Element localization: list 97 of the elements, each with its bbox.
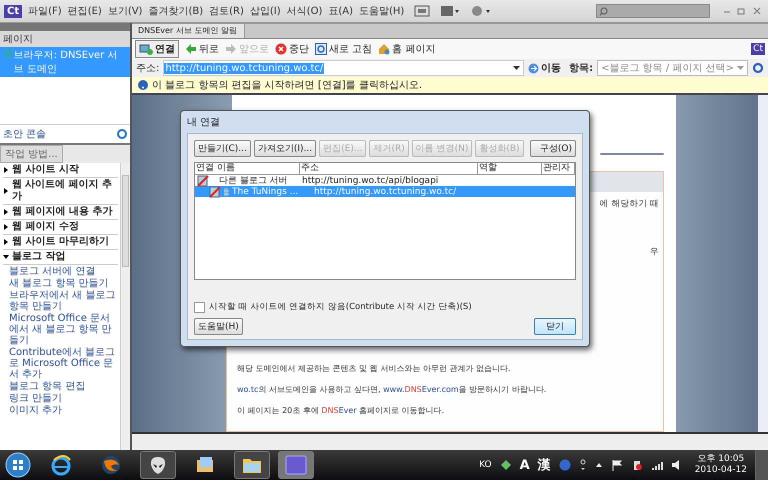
panel-title: 페이지 [0,31,130,47]
expander-icon [3,224,9,230]
section-header[interactable]: 웹 사이트에 페이지 추가 [3,178,118,205]
menu-item[interactable]: 검토(R) [209,4,244,18]
menu-item[interactable]: 도움말(H) [359,4,404,18]
search-icon [599,6,608,16]
menu-item[interactable]: 서식(O) [286,4,322,18]
window-controls-icon[interactable] [722,6,762,16]
notice-text: 우 [650,246,659,258]
help-icon[interactable] [558,459,571,471]
notice-text: 해당 도메인에서 제공하는 콘텐츠 및 웹 서비스와는 아무런 관계가 없습니다. [236,363,512,375]
caret-icon [737,66,744,70]
section-header[interactable]: 웹 페이지 수정 [3,220,118,235]
go-button[interactable]: 이동 [528,61,562,75]
ime-mode[interactable]: A [520,458,530,472]
info-message: 이 블로그 항목의 편집을 시작하려면 [연결]를 클릭하십시오. [152,79,422,92]
flag-icon[interactable] [610,459,623,471]
diamond-icon[interactable] [500,459,512,471]
ime-hanja[interactable]: 漢 [538,456,551,474]
back-icon [185,43,197,55]
expander-icon [3,254,9,260]
notice-text: 이 페이지는 20초 후에 DNSEver 홈페이지로 이동합니다. [236,405,446,417]
task-link[interactable]: Contribute에서 블로그로 Microsoft Office 문서 추가 [3,347,118,380]
folder-icon[interactable] [234,451,270,479]
firefox-icon[interactable] [100,454,122,476]
task-link[interactable]: 브라우저에서 새 블로그 항목 만들기 [3,290,118,312]
item-label: 항목: [569,62,594,75]
arrow-icon [528,62,540,74]
network-icon[interactable] [650,459,663,471]
column-header[interactable]: 관리자 [542,163,575,174]
menu-item[interactable]: 편집(E) [68,4,102,18]
stop-icon [275,43,287,55]
expander-icon [3,188,9,194]
start-orb-icon[interactable] [4,451,32,479]
contribute-app-icon[interactable] [278,451,314,479]
expander-icon [3,239,9,245]
home-button[interactable]: 홈 페이지 [378,42,436,56]
show-hidden-icons[interactable] [594,461,603,469]
home-icon [378,43,390,55]
section-header[interactable]: 웹 사이트 마무리하기 [3,235,118,250]
help-icon [138,80,148,90]
disconnected-icon [209,186,221,198]
dialog-title: 내 연결 [186,116,222,130]
refresh-icon [315,43,327,55]
computer-icon [139,44,153,54]
caret-icon [513,66,520,70]
dialog-button[interactable]: 가져오기(I)... [254,140,316,157]
connect-button[interactable]: 연결 [135,40,179,58]
menu-item[interactable]: 표(A) [328,4,354,18]
clock[interactable]: 오후 10:05 2010-04-12 [694,454,747,476]
column-header[interactable]: 역할 [478,163,542,174]
forward-icon [225,43,237,55]
notice-text: 에 해당하기 때 [600,198,659,210]
ime-options-icon[interactable] [578,459,587,471]
refresh-icon[interactable] [752,62,764,74]
how-to-tab[interactable]: 작업 방법... [0,145,63,163]
section-header[interactable]: 웹 사이트 시작 [3,163,118,178]
menu-item[interactable]: 즐겨찾기(B) [148,4,204,18]
expander-icon [3,167,9,173]
section-header[interactable]: 웹 페이지에 내용 추가 [3,205,118,220]
task-link[interactable]: 이미지 추가 [3,405,118,416]
column-header[interactable]: 주소 [300,163,478,174]
menu-item[interactable]: 삽입(I) [250,4,281,18]
document-tab[interactable]: DNSEver 서브 도메인 알림 [132,24,245,38]
scrollbar[interactable] [132,432,768,450]
refresh-button[interactable]: 새로 고침 [315,42,372,56]
expander-icon [3,209,9,215]
checkbox[interactable] [194,302,205,312]
notice-text: wo.tc의 서브도메인을 사용하고 싶다면, www.DNSEver.com을 방문하시기 바랍니다. [236,384,548,396]
checkbox-label[interactable]: 시작할 때 사이트에 연결하지 않음(Contribute 시작 시간 단축)(S) [209,301,472,313]
section-header[interactable]: 블로그 작업 [3,250,118,265]
app-logo: Ct [751,43,765,55]
menu-item[interactable]: 보기(V) [108,4,142,18]
stop-button[interactable]: 중단 [275,42,309,56]
disconnected-icon [197,174,209,186]
refresh-icon[interactable] [117,129,127,139]
address-label: 주소: [136,62,160,75]
draft-console-link[interactable]: 초안 콘솔 [3,127,46,141]
app-logo[interactable]: Ct [4,4,22,18]
search-field[interactable] [596,4,710,18]
menu-item[interactable]: 파일(F) [28,4,62,18]
help-button[interactable]: 도움말(H) [194,318,243,335]
task-link[interactable]: 링크 만들기 [3,393,118,404]
column-header[interactable]: 연결 이름 [195,163,300,174]
task-link[interactable]: 블로그 항목 편집 [3,381,118,392]
ie-icon[interactable] [50,454,72,476]
dialog-button[interactable]: 만들기(C)... [194,140,251,157]
task-link[interactable]: 새 블로그 항목 만들기 [3,278,118,289]
alien-app-icon[interactable] [140,451,176,479]
back-button[interactable]: 뒤로 [185,42,219,56]
item-dropdown[interactable]: <블로그 항목 / 페이지 선택> [597,60,748,76]
configure-button[interactable]: 구성(O) [530,140,576,157]
scrollbar[interactable] [758,95,768,432]
language-indicator[interactable]: KO [479,460,492,470]
task-link[interactable]: 블로그 서버에 연결 [3,266,118,277]
task-link[interactable]: Microsoft Office 문서에서 새 블로그 항목 만들기 [3,313,118,346]
close-button[interactable]: 닫기 [534,318,576,335]
